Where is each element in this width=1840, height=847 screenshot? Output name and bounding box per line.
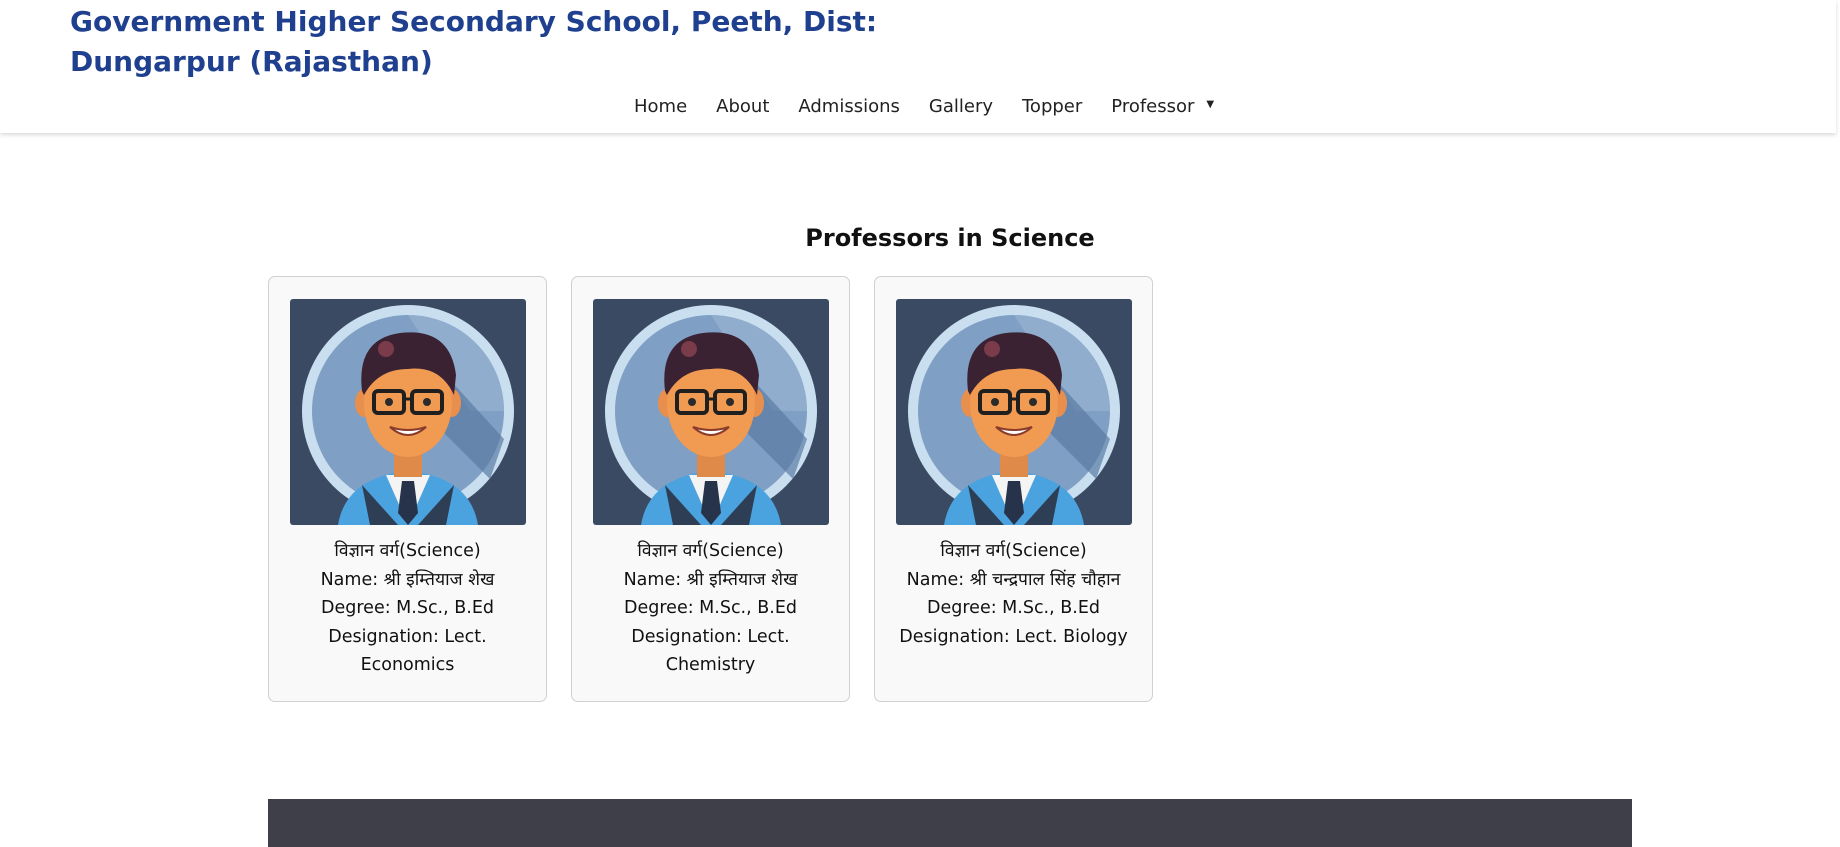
professor-name: Name: श्री इम्तियाज शेख (320, 569, 495, 590)
nav-professor-dropdown[interactable]: Professor ▼ (1111, 96, 1214, 117)
nav-gallery[interactable]: Gallery (929, 96, 993, 117)
professor-avatar-icon (289, 299, 526, 525)
professor-details: विज्ञान वर्ग(Science) Name: श्री चन्द्रप… (875, 537, 1152, 651)
professor-card: विज्ञान वर्ग(Science) Name: श्री इम्तिया… (268, 276, 547, 702)
nav-home[interactable]: Home (634, 96, 687, 117)
professor-degree: Degree: M.Sc., B.Ed (321, 598, 494, 618)
nav-professor-label: Professor (1111, 95, 1195, 117)
professor-degree: Degree: M.Sc., B.Ed (927, 598, 1100, 618)
professor-degree: Degree: M.Sc., B.Ed (624, 598, 797, 618)
professor-cards: विज्ञान वर्ग(Science) Name: श्री इम्तिया… (268, 276, 1153, 702)
section-title: Professors in Science (805, 224, 1095, 252)
professor-category: विज्ञान वर्ग(Science) (637, 541, 784, 561)
professor-details: विज्ञान वर्ग(Science) Name: श्री इम्तिया… (269, 537, 546, 680)
professor-avatar-icon (592, 299, 829, 525)
professor-category: विज्ञान वर्ग(Science) (334, 541, 481, 561)
nav-about[interactable]: About (716, 96, 769, 117)
professor-avatar-icon (895, 299, 1132, 525)
professor-category: विज्ञान वर्ग(Science) (940, 541, 1087, 561)
professor-name: Name: श्री इम्तियाज शेख (623, 569, 798, 590)
nav-topper[interactable]: Topper (1022, 96, 1082, 117)
professor-designation: Designation: Lect. Biology (899, 626, 1128, 647)
professor-card: विज्ञान वर्ग(Science) Name: श्री चन्द्रप… (874, 276, 1153, 702)
professor-card: विज्ञान वर्ग(Science) Name: श्री इम्तिया… (571, 276, 850, 702)
professor-name: Name: श्री चन्द्रपाल सिंह चौहान (906, 569, 1121, 590)
professor-designation: Designation: Lect. Chemistry (631, 626, 790, 676)
professor-details: विज्ञान वर्ग(Science) Name: श्री इम्तिया… (572, 537, 849, 680)
caret-down-icon: ▼ (1206, 99, 1215, 110)
nav-admissions[interactable]: Admissions (798, 96, 900, 117)
site-title[interactable]: Government Higher Secondary School, Peet… (70, 2, 970, 82)
main-nav: Home About Admissions Gallery Topper Pro… (634, 92, 1214, 120)
professor-designation: Designation: Lect. Economics (328, 626, 487, 676)
site-header: Government Higher Secondary School, Peet… (0, 0, 1836, 133)
site-footer (268, 799, 1632, 847)
